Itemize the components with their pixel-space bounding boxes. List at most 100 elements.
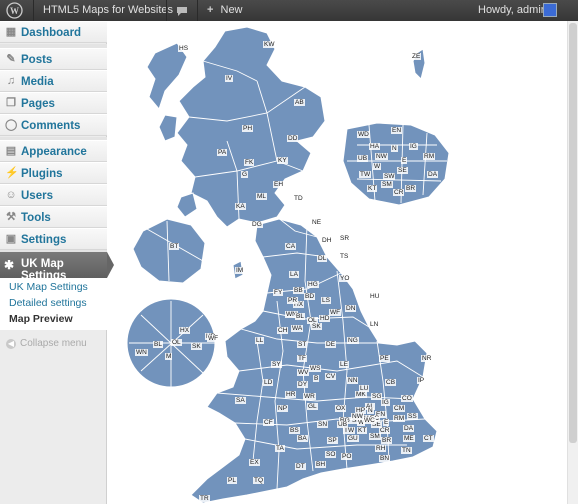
region-label: CR <box>379 427 391 434</box>
howdy-user-link[interactable]: Howdy, admin <box>478 0 547 21</box>
region-label: SM <box>369 433 381 440</box>
sidebar-item-plugins[interactable]: ⚡ Plugins <box>0 162 107 184</box>
region-label: RH <box>375 445 387 452</box>
comments-bubble-icon[interactable] <box>176 0 188 21</box>
region-label: DN <box>345 305 357 312</box>
region-label: DA <box>403 425 415 432</box>
region-label: SP <box>327 437 338 444</box>
region-label: ZE <box>411 53 422 60</box>
region-label: CB <box>385 379 397 386</box>
admin-bar: W HTML5 Maps for Websites + New Howdy, a… <box>0 0 578 21</box>
inset-label: WD <box>357 131 370 138</box>
region-label: DE <box>325 341 337 348</box>
region-label: DY <box>297 381 309 388</box>
map-svg[interactable] <box>107 21 567 504</box>
region-label: BD <box>304 293 316 300</box>
submenu-map-preview[interactable]: Map Preview <box>9 313 73 325</box>
inset-label: WF <box>207 335 220 342</box>
region-label: SK <box>311 323 322 330</box>
inset-label: NW <box>375 153 388 160</box>
region-label: NN <box>347 377 359 384</box>
sidebar-item-label: Tools <box>21 212 51 224</box>
inset-label: DA <box>427 171 439 178</box>
new-content-button[interactable]: + New <box>207 0 243 21</box>
sidebar-item-label: Plugins <box>21 168 63 180</box>
region-label: BS <box>289 427 300 434</box>
sidebar-item-pages[interactable]: ❐ Pages <box>0 92 107 114</box>
region-label: FK <box>244 159 255 166</box>
region-label: FY <box>273 289 284 296</box>
region-label: BR <box>381 437 393 444</box>
region-label: LL <box>255 337 265 344</box>
region-label: CT <box>423 435 434 442</box>
sidebar-item-label: Pages <box>21 98 55 110</box>
region-label: SY <box>271 361 282 368</box>
inset-label: IG <box>409 143 418 150</box>
inset-label: N <box>391 145 398 152</box>
region-label: HG <box>307 281 319 288</box>
sidebar-item-uk-map-settings[interactable]: ✱ UK Map Settings <box>0 252 114 282</box>
region-label: KT <box>357 427 368 434</box>
uk-postcode-map[interactable]: HS KW IV AB PH DD PA FK KY G EH ML KA TD… <box>107 21 567 504</box>
region-label: SN <box>317 421 329 428</box>
region-label: TR <box>199 495 210 502</box>
region-label: PH <box>242 125 254 132</box>
settings-icon: ▣ <box>5 233 17 245</box>
media-icon: ♫ <box>6 75 16 87</box>
inset-label: E <box>401 157 408 164</box>
region-label: GL <box>307 403 318 410</box>
region-label: OX <box>335 405 347 412</box>
submenu-uk-map-settings[interactable]: UK Map Settings <box>9 281 88 293</box>
svg-text:W: W <box>10 6 19 16</box>
region-label: PO <box>341 453 353 460</box>
region-label: TQ <box>253 477 265 484</box>
sidebar-item-users[interactable]: ☺ Users <box>0 184 107 206</box>
region-label: EH <box>273 181 285 188</box>
region-label: BN <box>379 455 391 462</box>
sidebar-item-posts[interactable]: ✎ Posts <box>0 48 107 70</box>
collapse-menu-button[interactable]: ◀ Collapse menu <box>6 338 87 349</box>
inset-label: BL <box>153 341 163 348</box>
region-label: BH <box>315 461 327 468</box>
sidebar-item-appearance[interactable]: ▤ Appearance <box>0 140 107 162</box>
users-icon: ☺ <box>5 189 17 201</box>
collapse-label: Collapse menu <box>20 338 87 349</box>
region-label: E <box>383 419 390 426</box>
admin-sidebar: ▦ Dashboard ✎ Posts ♫ Media ❐ Pages ◯ Co… <box>0 21 114 504</box>
region-label: KY <box>277 157 288 164</box>
page-scrollbar[interactable] <box>567 21 578 504</box>
region-label: CH <box>277 327 289 334</box>
sidebar-item-settings[interactable]: ▣ Settings <box>0 228 107 250</box>
avatar[interactable] <box>543 3 557 17</box>
site-name-link[interactable]: HTML5 Maps for Websites <box>43 0 173 21</box>
sidebar-item-comments[interactable]: ◯ Comments <box>0 114 107 136</box>
scrollbar-thumb[interactable] <box>569 23 577 443</box>
region-label: HU <box>369 293 381 300</box>
inset-label: EN <box>391 127 403 134</box>
sidebar-item-dashboard[interactable]: ▦ Dashboard <box>0 21 107 43</box>
region-label: WC <box>363 417 376 424</box>
region-label: YO <box>339 275 351 282</box>
wordpress-logo-icon[interactable]: W <box>6 0 24 21</box>
region-label: BT <box>169 243 180 250</box>
region-label: NG <box>347 337 359 344</box>
region-label: WF <box>329 309 342 316</box>
region-label: ME <box>403 435 415 442</box>
inset-label: SM <box>381 181 393 188</box>
divider <box>166 0 167 21</box>
region-label: PL <box>227 477 237 484</box>
region-label: DH <box>321 237 333 244</box>
sidebar-item-label: Appearance <box>21 146 87 158</box>
inset-label: M <box>165 353 173 360</box>
region-label: SO <box>325 451 337 458</box>
submenu: UK Map Settings Detailed settings Map Pr… <box>0 278 107 330</box>
region-label: LS <box>321 297 331 304</box>
region-label: IP <box>417 377 426 384</box>
region-label: EX <box>249 459 260 466</box>
sidebar-item-tools[interactable]: ⚒ Tools <box>0 206 107 228</box>
region-label: G <box>241 171 249 178</box>
region-label: LA <box>289 271 299 278</box>
sidebar-item-media[interactable]: ♫ Media <box>0 70 107 92</box>
submenu-detailed-settings[interactable]: Detailed settings <box>9 297 87 309</box>
region-label: PA <box>217 149 228 156</box>
